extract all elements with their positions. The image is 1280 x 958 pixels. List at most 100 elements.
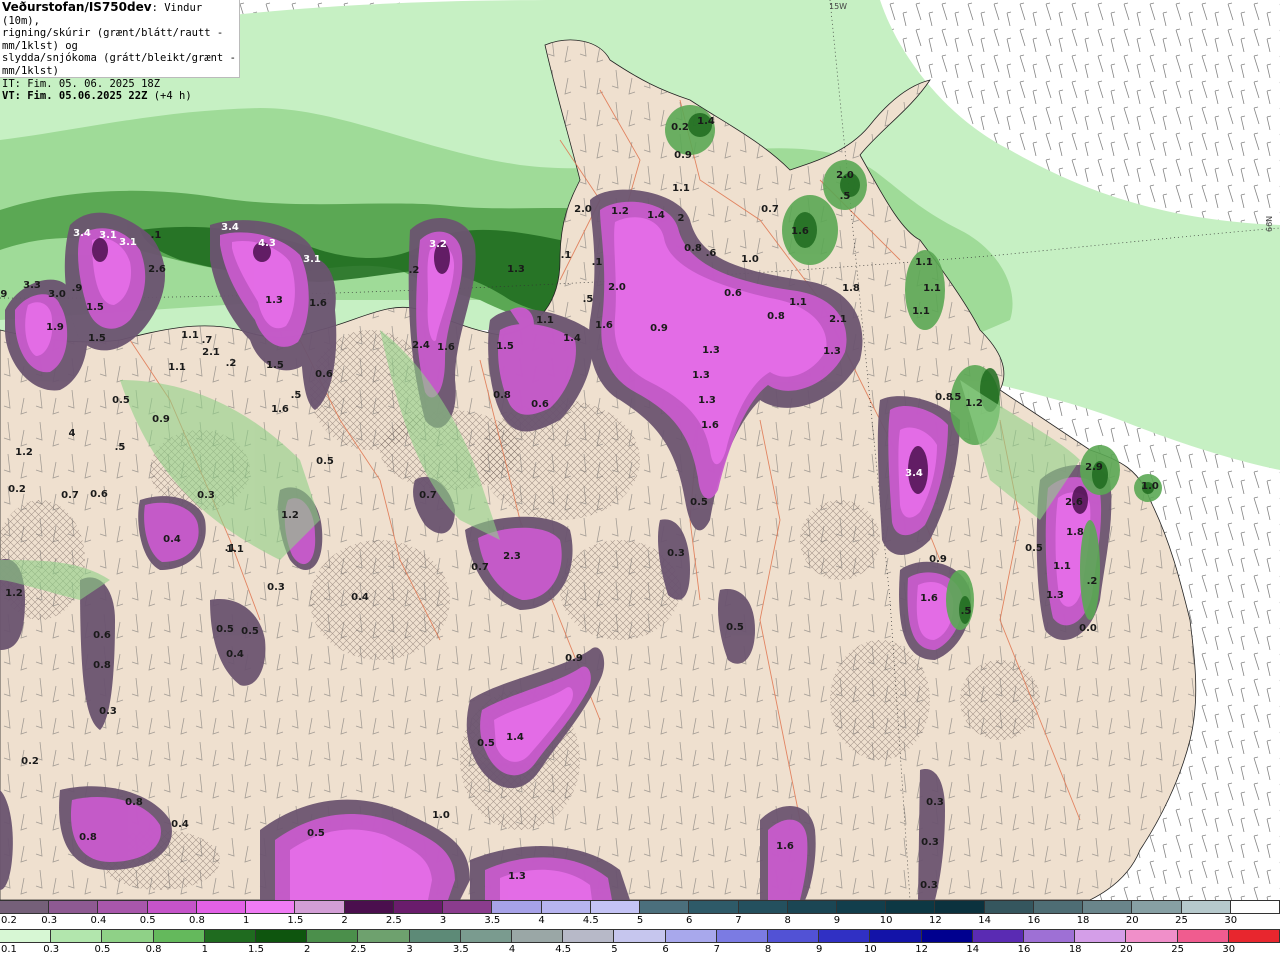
map-value-label: 0.6: [90, 489, 108, 500]
map-value-label: 0.6: [531, 399, 549, 410]
snow-scale-tick-label: 9: [833, 915, 841, 926]
map-title: Veðurstofan/IS750dev: [2, 0, 152, 14]
map-value-label: 1.4: [506, 732, 524, 743]
map-value-label: 1.3: [692, 370, 710, 381]
rain-scale-swatch: [102, 930, 154, 942]
map-value-label: 1.1: [915, 257, 933, 268]
grid-label-lon: 15W: [829, 2, 847, 11]
rain-scale-tick-label: 3.5: [452, 944, 469, 955]
snow-scale-tick-label: 2: [341, 915, 348, 926]
map-value-label: 0.3: [667, 548, 685, 559]
map-value-label: .2: [409, 265, 420, 276]
map-value-label: 1.1: [226, 544, 244, 555]
map-value-label: 3.2: [429, 239, 447, 250]
map-value-label: 0.4: [226, 649, 244, 660]
map-value-label: 1.6: [271, 404, 289, 415]
map-desc-2: rigning/skúrir (grænt/blátt/rautt - mm/1…: [2, 27, 224, 52]
map-value-label: 0.7: [471, 562, 489, 573]
rain-scale-swatch: [768, 930, 820, 942]
snow-scale-swatch: [492, 901, 542, 913]
map-value-label: 0.7: [761, 204, 779, 215]
map-value-label: 1.2: [15, 447, 33, 458]
rain-scale-tick-label: 25: [1171, 944, 1184, 955]
snow-scale-swatch: [541, 901, 591, 913]
map-value-label: .9: [0, 289, 7, 300]
rain-scale-swatch: [563, 930, 615, 942]
snow-scale-tick-label: 16: [1027, 915, 1041, 926]
map-value-label: 3.4: [221, 222, 239, 233]
map-value-label: 0.9: [565, 653, 583, 664]
weather-map[interactable]: 15W 66N 3.4 3.1 3.1 2.6 3.3 3.0 1.5 1.9 …: [0, 0, 1280, 900]
map-value-label: 0.5: [726, 622, 744, 633]
map-value-label: 1.6: [791, 226, 809, 237]
snow-scale-tick-label: 0.8: [188, 915, 205, 926]
init-time: IT: Fim. 05. 06. 2025 18Z: [2, 77, 161, 90]
snow-scale-tick-label: 0.4: [90, 915, 107, 926]
rain-scale-tick-label: 14: [966, 944, 980, 955]
map-value-label: .5: [840, 191, 851, 202]
rain-scale-swatch: [1126, 930, 1178, 942]
map-value-label: 0.8: [493, 390, 511, 401]
snow-scale-swatch: [1033, 901, 1084, 913]
rain-scale-tick-label: 9: [816, 944, 823, 955]
rain-scale-swatch: [307, 930, 359, 942]
rain-scale-swatch: [512, 930, 564, 942]
snow-scale-tick-label: 4: [538, 915, 545, 926]
map-value-label: 1.1: [1053, 561, 1071, 572]
valid-time: VT: Fim. 05.06.2025 22Z: [2, 90, 148, 103]
rain-scale-swatch: [1177, 930, 1229, 942]
map-value-label: 0.2: [671, 122, 689, 133]
rain-scale-swatch: [716, 930, 769, 942]
snow-scale-swatch: [246, 901, 296, 913]
map-value-label: 0.5: [1025, 543, 1043, 554]
map-value-label: 0.6: [724, 288, 742, 299]
snow-scale-swatch: [0, 901, 50, 913]
map-value-label: 1.4: [563, 333, 581, 344]
map-value-label: 1.2: [965, 398, 983, 409]
rain-scale-tick-label: 2: [304, 944, 311, 955]
map-value-label: 1.3: [507, 264, 525, 275]
map-value-label: 0.5: [216, 624, 234, 635]
map-value-label: 2.9: [1085, 462, 1103, 473]
snow-color-scale: 0.2 0.3 0.4 0.5 0.8 1 1.5 2 2.5 3 3.5 4 4.5 5 6 7 8 9 10 12…: [0, 900, 1280, 929]
map-value-label: .5: [951, 392, 962, 403]
map-value-label: 1.6: [309, 298, 327, 309]
map-value-label: 0.9: [929, 554, 947, 565]
map-value-label: 0.3: [197, 490, 215, 501]
map-value-label: 1.3: [698, 395, 716, 406]
map-value-label: 1.5: [86, 302, 104, 313]
map-value-label: 4: [69, 428, 76, 439]
map-value-label: 2: [678, 213, 685, 224]
rain-scale-tick-label: 2.5: [350, 944, 367, 955]
map-value-label: 0.4: [171, 819, 189, 830]
rain-scale-tick-label: 16: [1017, 944, 1031, 955]
map-value-label: 0.5: [112, 395, 130, 406]
rain-scale-ticks: 0.1 0.3 0.5 0.8 1 1.5 2 2.5 3 3.5 4 4.5 5 6 7 8 9 10 12 14 1…: [0, 943, 1280, 958]
map-value-label: 0.5: [690, 497, 708, 508]
map-value-label: 3.1: [303, 254, 321, 265]
snow-scale-swatch: [1230, 901, 1280, 913]
map-value-label: 1.4: [697, 116, 715, 127]
rain-scale-tick-label: 10: [864, 944, 877, 955]
rain-scale-tick-label: 1.5: [248, 944, 264, 955]
snow-scale-swatch: [295, 901, 345, 913]
map-value-label: 2.0: [574, 204, 592, 215]
snow-scale-swatches: [0, 900, 1280, 914]
map-value-label: 0.3: [926, 797, 944, 808]
map-value-label: 0.3: [267, 582, 285, 593]
snow-scale-tick-label: 1: [242, 915, 250, 926]
map-value-label: .2: [226, 358, 237, 369]
map-value-label: 0.5: [307, 828, 325, 839]
rain-scale-tick-label: 6: [662, 944, 669, 955]
snow-scale-tick-label: 5: [636, 915, 644, 926]
map-value-label: 2.6: [148, 264, 166, 275]
map-value-label: 3.3: [23, 280, 41, 291]
snow-scale-tick-label: 12: [929, 915, 942, 926]
map-value-label: 1.6: [595, 320, 613, 331]
snow-scale-swatch: [443, 901, 493, 913]
rain-scale-swatch: [1024, 930, 1076, 942]
map-value-label: .1: [592, 257, 603, 268]
map-desc-3: slydda/snjókoma (grátt/bleikt/grænt - mm…: [2, 52, 236, 77]
map-value-label: 1.6: [920, 593, 938, 604]
map-value-label: 2.1: [202, 347, 220, 358]
